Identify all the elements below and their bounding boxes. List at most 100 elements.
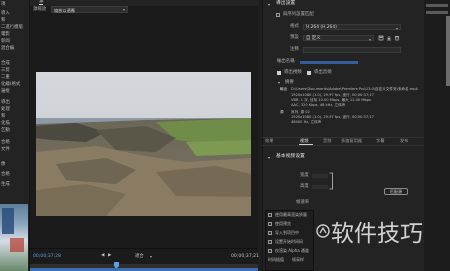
summary-title: 摘要 (285, 80, 294, 85)
import-project-label: 导入到项目中 (275, 230, 299, 235)
export-video-label: 導出視頻 (284, 70, 302, 75)
start-timecode-label: 设置开始时间码 (275, 239, 303, 244)
match-sequence-label: 與序列設置匹配 (283, 12, 314, 17)
active-tab-indicator (299, 144, 313, 145)
preset-label: 預設 (290, 35, 299, 40)
time-interpolation-label: 时间插值 (268, 257, 284, 262)
project-sidebar: 項 導入 和 二進行模版 電影 新闻 混合编 合成 三剪 二重 化繪(格式 邊框… (0, 0, 30, 271)
match-sequence-checkbox[interactable] (276, 13, 280, 17)
sidebar-item[interactable]: 和 (1, 114, 5, 119)
thumbnail-overlay (10, 238, 24, 252)
sidebar-item[interactable]: 像 (1, 162, 5, 167)
sidebar-item[interactable]: 乞動 (1, 128, 10, 133)
fit-select[interactable]: 適合 (135, 254, 144, 259)
panel-divider (426, 11, 448, 14)
start-timecode-checkbox[interactable] (268, 240, 272, 244)
source-scaling-value: 縮放以適應 (54, 8, 75, 13)
mark-out-button[interactable]: ▶ (108, 253, 111, 259)
max-quality-label: 使用最高渲染质量 (275, 212, 307, 217)
height-label: 高度 (300, 184, 309, 189)
summary-output-label: 輸出 (280, 87, 288, 91)
tab-effects[interactable]: 效果 (265, 138, 273, 143)
video-settings-title: 基本视频设置 (276, 154, 305, 159)
summary-source-line: 48000 Hz, 立体声 (291, 120, 322, 124)
preset-value: 自 定义 (306, 35, 321, 41)
sidebar-item[interactable]: 邊框 (1, 89, 10, 94)
format-value: H.264 (H.264) (306, 24, 337, 30)
thumbnail-overlay (2, 208, 14, 234)
export-audio-label: 導出音頻 (314, 70, 332, 75)
save-preset-icon[interactable] (378, 35, 384, 41)
frame-rate-label: 帧速率 (296, 200, 310, 205)
video-preview[interactable] (36, 72, 251, 216)
sidebar-item[interactable]: 新闻 (1, 39, 10, 44)
chevron-down-icon: ▾ (395, 25, 398, 31)
format-label: 格式 (290, 24, 299, 29)
sidebar-item[interactable]: 处理 (1, 107, 10, 112)
tab-source[interactable]: 源 (39, 0, 44, 6)
sidebar-item[interactable]: 合格 (1, 172, 10, 177)
sidebar-item[interactable]: 導出 (1, 100, 10, 105)
export-audio-checkbox[interactable] (307, 71, 311, 75)
tab-captions[interactable]: 字幕 (376, 138, 384, 143)
alpha-only-checkbox[interactable] (268, 249, 272, 253)
summary-source-label: 源 (280, 110, 284, 114)
link-dimensions-icon[interactable] (329, 172, 334, 190)
source-scaling-select[interactable]: 縮放以適應 ▾ (51, 6, 128, 13)
width-input[interactable] (312, 174, 328, 178)
max-quality-checkbox[interactable] (268, 213, 272, 217)
chevron-down-icon: ▾ (368, 36, 371, 42)
output-name-label: 輸出名稱 (277, 59, 295, 64)
sidebar-item[interactable]: 文件 (1, 147, 10, 152)
sidebar-item[interactable]: 電影 (1, 32, 10, 37)
tab-multiplexer[interactable]: 多路复用器 (341, 138, 362, 143)
collapse-triangle-icon[interactable]: ▾ (278, 81, 280, 85)
tab-video[interactable]: 视频 (300, 138, 308, 143)
sidebar-item[interactable]: 化描 (1, 121, 10, 126)
video-frame (36, 72, 251, 216)
chevron-down-icon: ▾ (150, 254, 153, 259)
sidebar-item[interactable]: 生成 (1, 182, 10, 187)
use-previews-checkbox[interactable] (268, 222, 272, 226)
timecode-out: 00;00;37;21 (231, 254, 260, 259)
height-input[interactable] (312, 185, 328, 189)
match-source-label: 匹配源 (390, 189, 402, 194)
comments-input[interactable] (303, 47, 401, 53)
preset-select[interactable]: 自 定义 ▾ (303, 35, 374, 42)
source-scaling-label: 源縮放 (33, 7, 47, 12)
watermark-text: 软件技巧 (331, 221, 423, 247)
export-video-checkbox[interactable] (277, 71, 281, 75)
sidebar-item[interactable]: 和 (1, 18, 5, 23)
timecode-in[interactable]: 00;00;37;28 (33, 254, 61, 260)
match-source-button[interactable]: 匹配源 (384, 188, 408, 195)
collapse-triangle-icon[interactable]: ▾ (268, 156, 270, 160)
sidebar-item[interactable]: 合格 (1, 140, 10, 145)
import-preset-icon[interactable] (386, 35, 392, 41)
tab-audio[interactable]: 音频 (323, 138, 331, 143)
sidebar-item[interactable]: 合成 (1, 61, 10, 66)
output-name-link[interactable] (300, 61, 358, 64)
watermark-logo-icon (316, 224, 330, 238)
import-project-checkbox[interactable] (268, 231, 272, 235)
format-select[interactable]: H.264 (H.264) ▾ (303, 24, 401, 31)
tab-publish[interactable]: 发布 (400, 138, 408, 143)
panel-divider (426, 4, 448, 7)
sidebar-item[interactable]: 二進行模版 (1, 25, 23, 30)
sidebar-item[interactable]: 項 (1, 2, 5, 7)
chevron-down-icon: ▾ (122, 6, 125, 12)
sidebar-item[interactable]: 導入 (1, 11, 10, 16)
use-previews-label: 使用预览 (275, 221, 291, 226)
mark-in-button[interactable]: ◀ (101, 253, 104, 259)
sidebar-item[interactable]: 三剪 (1, 68, 10, 73)
export-settings-title: 導出設置 (276, 1, 296, 6)
time-interpolation-value[interactable]: 帧采样 (292, 258, 304, 262)
sidebar-item[interactable]: 二重 (1, 75, 10, 80)
collapse-triangle-icon[interactable]: ▾ (268, 3, 270, 7)
scrollbar[interactable] (446, 16, 450, 86)
width-label: 宽度 (300, 173, 309, 178)
clip-thumbnail[interactable] (0, 204, 28, 271)
delete-preset-icon[interactable] (394, 35, 400, 41)
summary-output-line: AAC, 320 Kbps, 48 kHz, 立体声 (291, 103, 346, 107)
sidebar-item[interactable]: 混合编 (1, 46, 14, 51)
sidebar-item[interactable]: 化繪(格式 (1, 82, 20, 87)
